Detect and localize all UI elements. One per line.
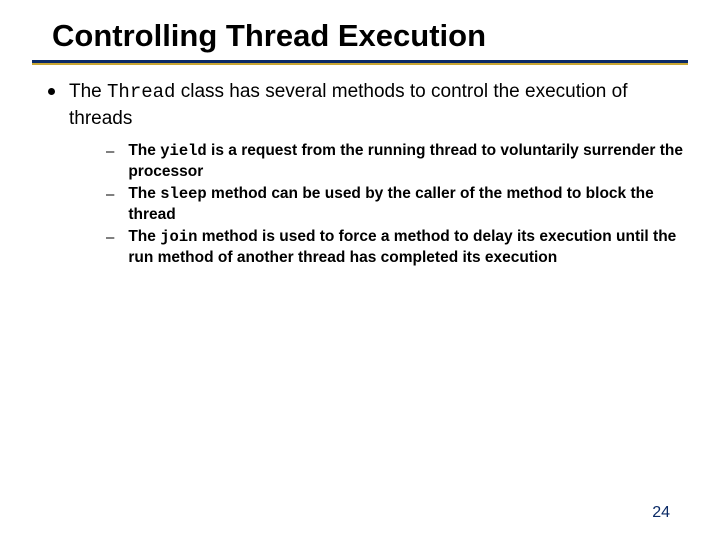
sub-bullet-text: The yield is a request from the running … — [128, 141, 688, 182]
bullet-dot-icon — [48, 88, 55, 95]
slide-title: Controlling Thread Execution — [28, 18, 692, 60]
page-number: 24 — [652, 504, 670, 522]
sub-code: sleep — [160, 185, 207, 203]
sub-code: yield — [160, 142, 207, 160]
main-bullet-text: The Thread class has several methods to … — [69, 79, 688, 131]
dash-icon: – — [106, 185, 114, 205]
sub-post: method is used to force a method to dela… — [128, 228, 676, 265]
dash-icon: – — [106, 142, 114, 162]
sub-post: method can be used by the caller of the … — [128, 185, 653, 222]
sub-bullet-text: The join method is used to force a metho… — [128, 227, 688, 268]
sub-pre: The — [128, 228, 160, 245]
sub-bullet: – The yield is a request from the runnin… — [106, 141, 688, 182]
main-bullet: The Thread class has several methods to … — [48, 79, 688, 131]
sub-bullet-text: The sleep method can be used by the call… — [128, 184, 688, 225]
sub-bullet: – The sleep method can be used by the ca… — [106, 184, 688, 225]
sub-post: is a request from the running thread to … — [128, 142, 683, 179]
main-bullet-pre: The — [69, 81, 107, 102]
sub-pre: The — [128, 142, 160, 159]
main-bullet-code: Thread — [107, 81, 175, 103]
sub-bullet-list: – The yield is a request from the runnin… — [48, 137, 688, 268]
dash-icon: – — [106, 228, 114, 248]
sub-pre: The — [128, 185, 160, 202]
sub-code: join — [160, 228, 197, 246]
slide: Controlling Thread Execution The Thread … — [0, 0, 720, 540]
slide-content: The Thread class has several methods to … — [28, 65, 692, 268]
sub-bullet: – The join method is used to force a met… — [106, 227, 688, 268]
